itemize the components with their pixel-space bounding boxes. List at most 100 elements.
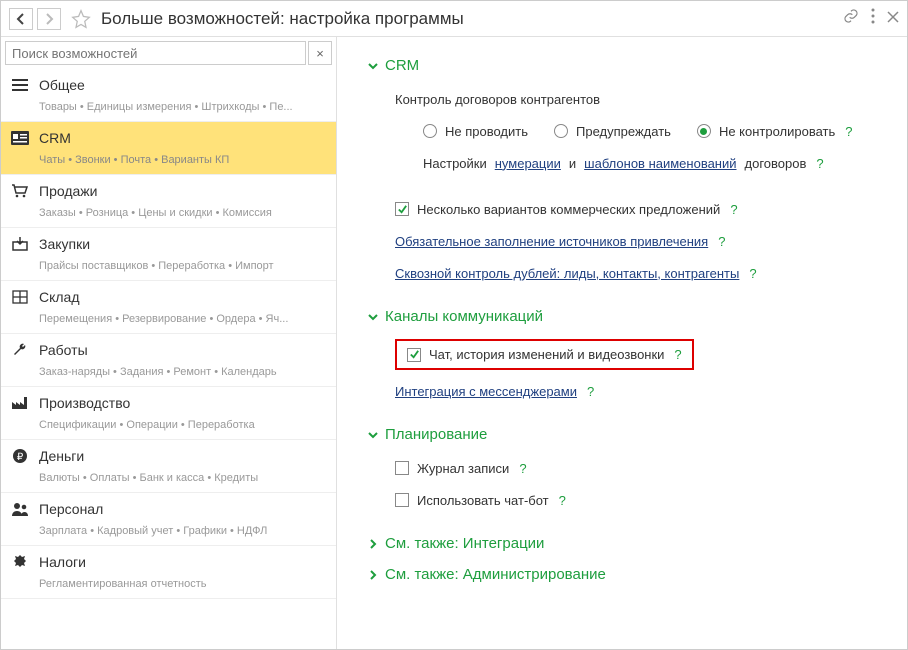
ruble-icon: ₽ xyxy=(11,449,29,463)
sidebar-item-label: Налоги xyxy=(39,554,86,570)
section-admin-header[interactable]: См. также: Администрирование xyxy=(367,566,877,583)
sidebar-item-sublabel: Перемещения • Резервирование • Ордера • … xyxy=(1,313,336,333)
sidebar-item-6[interactable]: Производство Спецификации • Операции • Пе… xyxy=(1,387,336,440)
emblem-icon xyxy=(11,555,29,569)
section-integrations-title: См. также: Интеграции xyxy=(385,535,544,552)
nav-back-button[interactable] xyxy=(9,8,33,30)
help-icon[interactable]: ? xyxy=(845,124,852,139)
sidebar-item-sublabel: Спецификации • Операции • Переработка xyxy=(1,419,336,439)
sidebar-item-sublabel: Заказы • Розница • Цены и скидки • Комис… xyxy=(1,207,336,227)
wrench-icon xyxy=(11,343,29,357)
link-messengers[interactable]: Интеграция с мессенджерами xyxy=(395,384,577,399)
sidebar-item-sublabel: Товары • Единицы измерения • Штрихкоды •… xyxy=(1,101,336,121)
help-icon[interactable]: ? xyxy=(559,493,566,508)
radio-no-post[interactable] xyxy=(423,124,437,138)
sidebar-item-label: Деньги xyxy=(39,448,84,464)
label-chatbot: Использовать чат-бот xyxy=(417,493,549,508)
checkbox-journal[interactable] xyxy=(395,461,409,475)
label-chat: Чат, история изменений и видеозвонки xyxy=(429,347,664,362)
sidebar-item-label: Закупки xyxy=(39,236,90,252)
more-icon[interactable] xyxy=(871,8,875,29)
sidebar-item-label: CRM xyxy=(39,130,71,146)
sidebar-item-label: Общее xyxy=(39,77,85,93)
radio-no-post-label: Не проводить xyxy=(445,124,528,139)
shelves-icon xyxy=(11,290,29,304)
people-icon xyxy=(11,502,29,516)
cart-icon xyxy=(11,184,29,198)
link-name-templates[interactable]: шаблонов наименований xyxy=(584,156,736,171)
section-crm-header[interactable]: CRM xyxy=(367,57,877,74)
sidebar-item-label: Персонал xyxy=(39,501,103,517)
section-planning-title: Планирование xyxy=(385,426,487,443)
sidebar-item-sublabel: Чаты • Звонки • Почта • Варианты КП xyxy=(1,154,336,174)
section-channels-header[interactable]: Каналы коммуникаций xyxy=(367,308,877,325)
radio-warn[interactable] xyxy=(554,124,568,138)
link-numbering[interactable]: нумерации xyxy=(495,156,561,171)
help-icon[interactable]: ? xyxy=(587,384,594,399)
chevron-down-icon xyxy=(367,429,379,441)
sidebar-item-sublabel: Прайсы поставщиков • Переработка • Импор… xyxy=(1,260,336,280)
help-icon[interactable]: ? xyxy=(718,234,725,249)
sidebar-item-label: Работы xyxy=(39,342,88,358)
search-clear-button[interactable]: × xyxy=(308,41,332,65)
search-input[interactable] xyxy=(5,41,306,65)
chevron-down-icon xyxy=(367,60,379,72)
sidebar-item-7[interactable]: ₽ Деньги Валюты • Оплаты • Банк и касса • … xyxy=(1,440,336,493)
radio-no-control[interactable] xyxy=(697,124,711,138)
sidebar-item-label: Производство xyxy=(39,395,130,411)
sidebar-item-1[interactable]: CRM Чаты • Звонки • Почта • Варианты КП xyxy=(1,122,336,175)
box-in-icon xyxy=(11,237,29,251)
sidebar-item-sublabel: Валюты • Оплаты • Банк и касса • Кредиты xyxy=(1,472,336,492)
section-crm-title: CRM xyxy=(385,57,419,74)
favorite-star-icon[interactable] xyxy=(71,9,91,29)
contracts-control-label: Контроль договоров контрагентов xyxy=(395,92,600,107)
sidebar-item-3[interactable]: Закупки Прайсы поставщиков • Переработка … xyxy=(1,228,336,281)
numbering-suffix: договоров xyxy=(745,156,807,171)
factory-icon xyxy=(11,396,29,410)
page-title: Больше возможностей: настройка программы xyxy=(101,9,839,29)
section-planning-header[interactable]: Планирование xyxy=(367,426,877,443)
link-lead-sources[interactable]: Обязательное заполнение источников привл… xyxy=(395,234,708,249)
sidebar: × Общее Товары • Единицы измерения • Штри… xyxy=(1,37,337,649)
sidebar-item-label: Продажи xyxy=(39,183,97,199)
arrow-right-icon xyxy=(43,13,55,25)
numbering-prefix: Настройки xyxy=(423,156,487,171)
sidebar-item-8[interactable]: Персонал Зарплата • Кадровый учет • Графи… xyxy=(1,493,336,546)
help-icon[interactable]: ? xyxy=(674,347,681,362)
sidebar-item-sublabel: Зарплата • Кадровый учет • Графики • НДФ… xyxy=(1,525,336,545)
sidebar-item-sublabel: Регламентированная отчетность xyxy=(1,578,336,598)
sidebar-item-0[interactable]: Общее Товары • Единицы измерения • Штрихк… xyxy=(1,69,336,122)
help-icon[interactable]: ? xyxy=(730,202,737,217)
help-icon[interactable]: ? xyxy=(749,266,756,281)
link-icon[interactable] xyxy=(843,8,859,29)
sidebar-item-label: Склад xyxy=(39,289,80,305)
help-icon[interactable]: ? xyxy=(816,156,823,171)
help-icon[interactable]: ? xyxy=(519,461,526,476)
radio-warn-label: Предупреждать xyxy=(576,124,671,139)
close-icon[interactable] xyxy=(887,10,899,28)
checkbox-multiple-offers[interactable] xyxy=(395,202,409,216)
sidebar-item-2[interactable]: Продажи Заказы • Розница • Цены и скидки … xyxy=(1,175,336,228)
chevron-right-icon xyxy=(367,569,379,581)
settings-content: CRM Контроль договоров контрагентов Не п… xyxy=(337,37,907,649)
section-admin-title: См. также: Администрирование xyxy=(385,566,606,583)
idcard-icon xyxy=(11,131,29,145)
sidebar-item-5[interactable]: Работы Заказ-наряды • Задания • Ремонт • … xyxy=(1,334,336,387)
chevron-right-icon xyxy=(367,538,379,550)
sidebar-item-9[interactable]: Налоги Регламентированная отчетность xyxy=(1,546,336,599)
checkbox-chat[interactable] xyxy=(407,348,421,362)
sidebar-item-4[interactable]: Склад Перемещения • Резервирование • Орде… xyxy=(1,281,336,334)
arrow-left-icon xyxy=(15,13,27,25)
sidebar-item-sublabel: Заказ-наряды • Задания • Ремонт • Календ… xyxy=(1,366,336,386)
svg-text:₽: ₽ xyxy=(17,452,24,463)
nav-forward-button[interactable] xyxy=(37,8,61,30)
highlighted-option: Чат, история изменений и видеозвонки ? xyxy=(395,339,694,370)
label-journal: Журнал записи xyxy=(417,461,509,476)
checkbox-chatbot[interactable] xyxy=(395,493,409,507)
section-integrations-header[interactable]: См. также: Интеграции xyxy=(367,535,877,552)
link-dedup[interactable]: Сквозной контроль дублей: лиды, контакты… xyxy=(395,266,739,281)
sidebar-nav-list: Общее Товары • Единицы измерения • Штрихк… xyxy=(1,69,336,649)
and-text: и xyxy=(569,156,576,171)
section-channels-title: Каналы коммуникаций xyxy=(385,308,543,325)
menu-icon xyxy=(11,78,29,92)
